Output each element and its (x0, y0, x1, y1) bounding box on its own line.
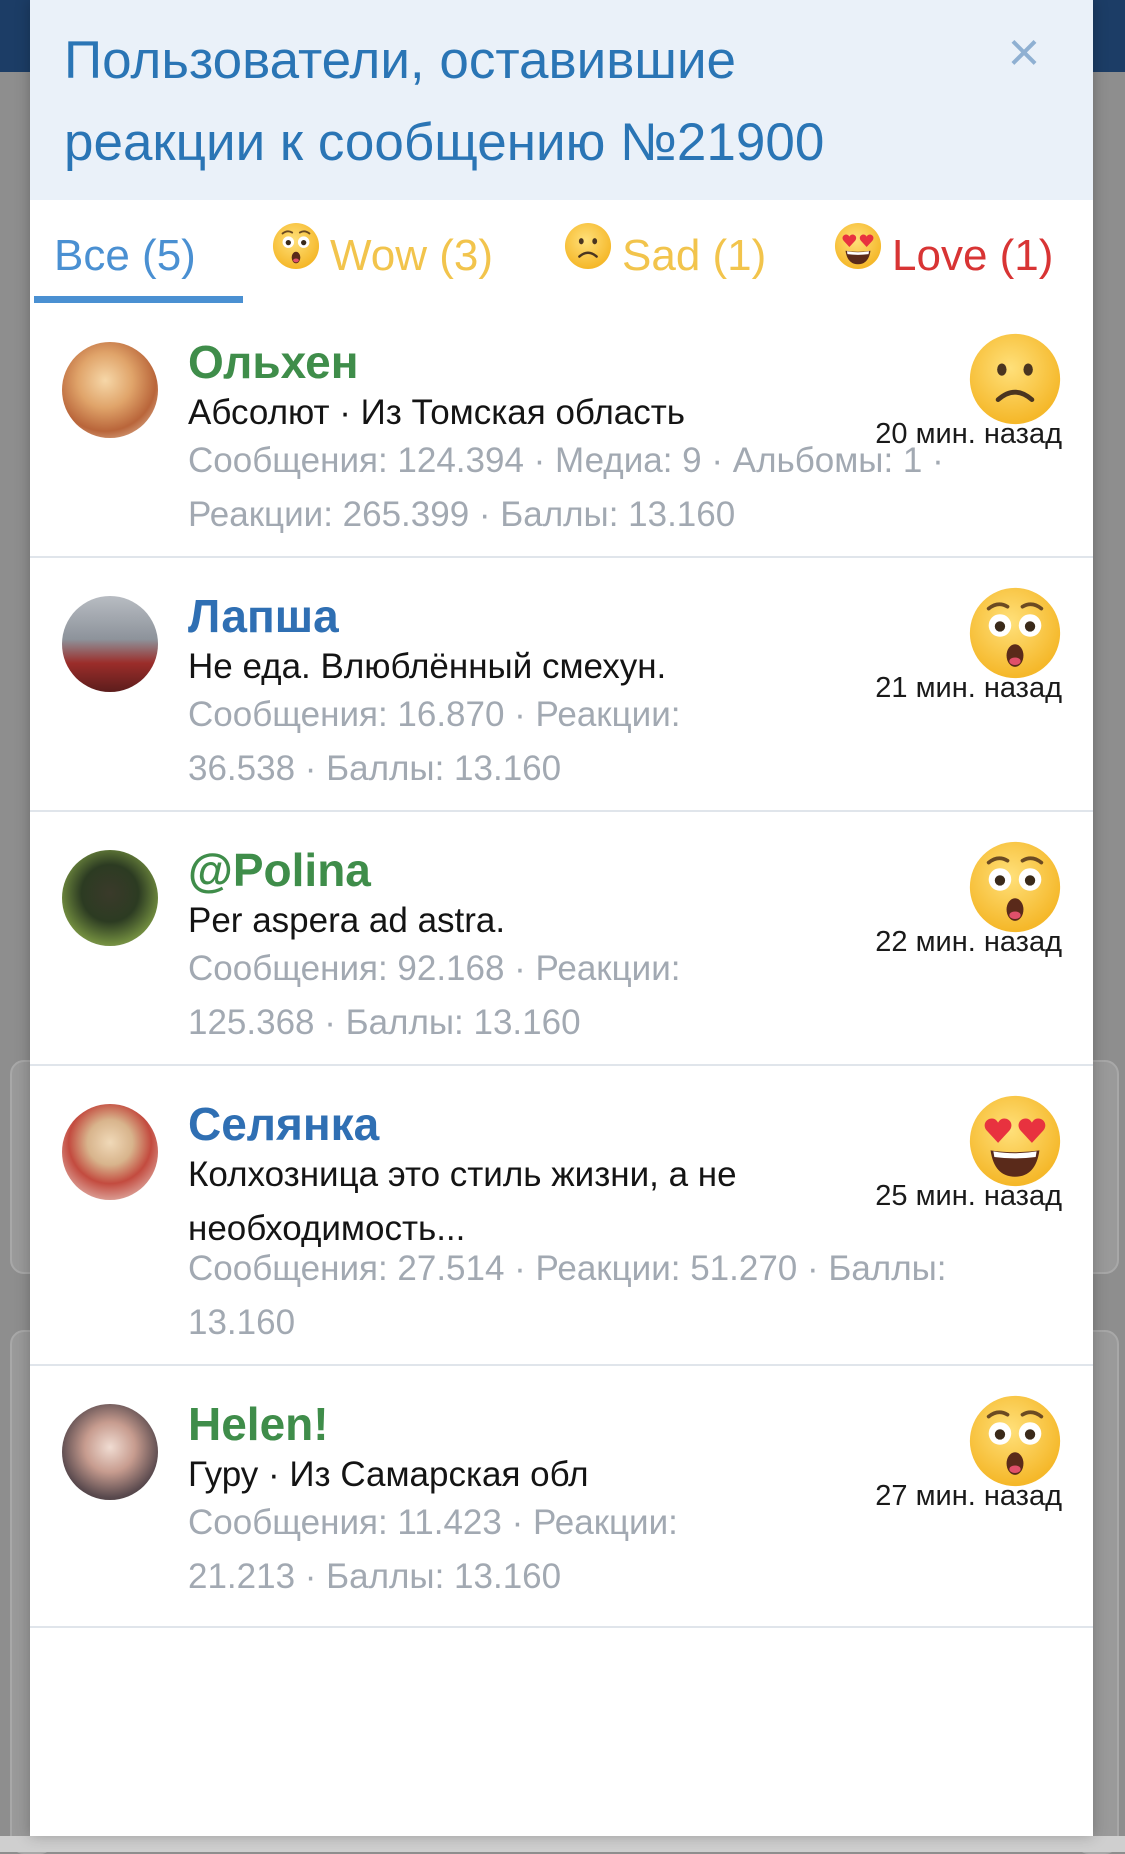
love-emoji-icon (834, 222, 882, 286)
user-title: Гуру · Из Самарская обл (188, 1455, 589, 1494)
user-stats: Сообщения: 16.870 · Реакции: 36.538 · Ба… (188, 695, 681, 788)
active-tab-indicator (34, 296, 243, 303)
tab-label: Love (1) (892, 231, 1054, 280)
user-stats: Сообщения: 11.423 · Реакции: 21.213 · Ба… (188, 1503, 678, 1596)
wow-emoji-icon (968, 840, 1062, 934)
list-item: Селянка Колхозница это стиль жизни, а не… (30, 1066, 1093, 1366)
avatar[interactable] (62, 850, 158, 946)
wow-emoji-icon (968, 1394, 1062, 1488)
tab-label: Sad (1) (622, 231, 767, 280)
tab-label: Все (5) (54, 231, 196, 280)
tab-wow[interactable]: Wow (3) (272, 223, 493, 286)
dialog-header: Пользователи, оставившие реакции к сообщ… (30, 0, 1093, 201)
reactions-dialog: Пользователи, оставившие реакции к сообщ… (30, 0, 1093, 1836)
reaction-time[interactable]: 22 мин. назад (762, 922, 1062, 962)
list-item: Лапша Не еда. Влюблённый смехун. Сообщен… (30, 558, 1093, 812)
user-title: Per aspera ad astra. (188, 901, 506, 940)
tab-all[interactable]: Все (5) (54, 226, 196, 286)
avatar[interactable] (62, 342, 158, 438)
sad-emoji-icon (564, 222, 612, 286)
username-link[interactable]: Селянка (188, 1096, 379, 1152)
username-link[interactable]: Лапша (188, 588, 339, 644)
username-link[interactable]: @Polina (188, 842, 371, 898)
reaction-time[interactable]: 25 мин. назад (762, 1176, 1062, 1216)
love-emoji-icon (968, 1094, 1062, 1188)
tab-label: Wow (3) (330, 231, 493, 280)
reaction-time[interactable]: 21 мин. назад (762, 668, 1062, 708)
dialog-title: Пользователи, оставившие реакции к сообщ… (64, 31, 825, 172)
avatar[interactable] (62, 1404, 158, 1500)
user-title: Абсолют · Из Томская область (188, 393, 686, 432)
username-link[interactable]: Helen! (188, 1396, 329, 1452)
user-stats: Сообщения: 27.514 · Реакции: 51.270 · Ба… (188, 1249, 947, 1342)
reaction-time[interactable]: 27 мин. назад (762, 1476, 1062, 1516)
user-title: Не еда. Влюблённый смехун. (188, 647, 667, 686)
avatar[interactable] (62, 596, 158, 692)
list-item: @Polina Per aspera ad astra. Сообщения: … (30, 812, 1093, 1066)
wow-emoji-icon (272, 222, 320, 286)
username-link[interactable]: Ольхен (188, 334, 358, 390)
tab-love[interactable]: Love (1) (834, 223, 1054, 286)
user-stats: Сообщения: 92.168 · Реакции: 125.368 · Б… (188, 949, 681, 1042)
close-icon[interactable]: × (994, 22, 1054, 82)
reaction-time[interactable]: 20 мин. назад (762, 414, 1062, 454)
sad-emoji-icon (968, 332, 1062, 426)
wow-emoji-icon (968, 586, 1062, 680)
avatar[interactable] (62, 1104, 158, 1200)
list-item: Ольхен Абсолют · Из Томская область Сооб… (30, 304, 1093, 558)
reaction-tabs: Все (5) Wow (3) Sad (1) Love (1) (30, 200, 1093, 306)
tab-sad[interactable]: Sad (1) (564, 223, 767, 286)
user-title: Колхозница это стиль жизни, а не необход… (188, 1155, 737, 1248)
background-footer (0, 1836, 1125, 1852)
list-item: Helen! Гуру · Из Самарская обл Сообщения… (30, 1366, 1093, 1628)
reaction-user-list: Ольхен Абсолют · Из Томская область Сооб… (30, 304, 1093, 1628)
